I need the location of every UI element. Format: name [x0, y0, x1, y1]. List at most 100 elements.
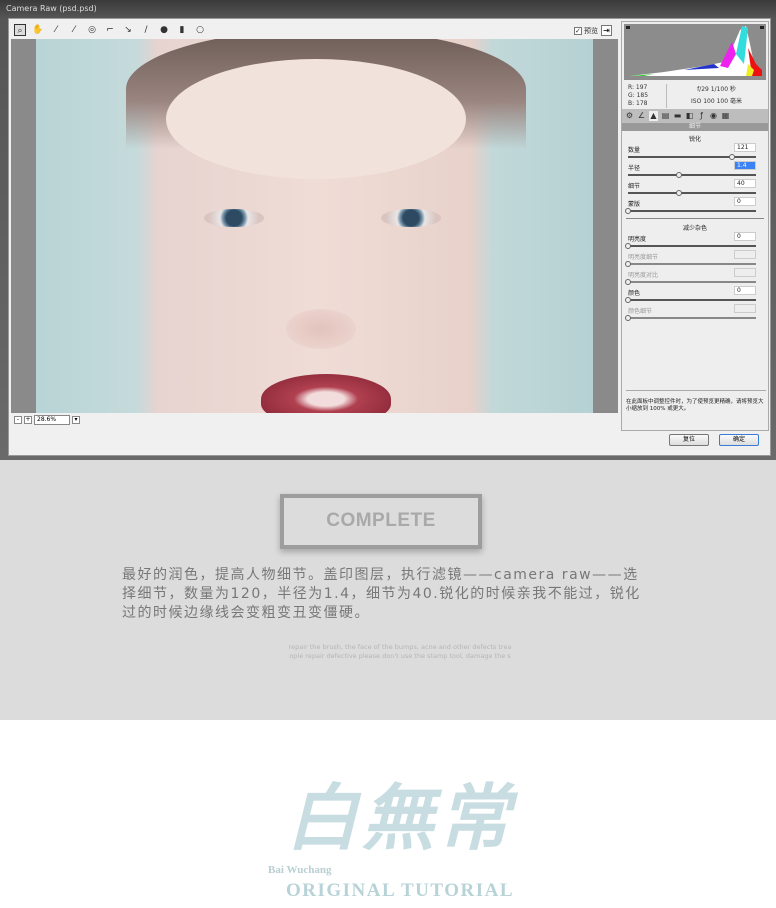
- r-value: R: 197: [628, 84, 648, 91]
- complete-badge: COMPLETE: [280, 494, 482, 549]
- crop-tool-icon[interactable]: ⌐: [104, 24, 116, 36]
- ok-button[interactable]: 确定: [719, 434, 759, 446]
- slider-row: 蒙版 0: [625, 197, 756, 217]
- detail-tab-icon[interactable]: ▲: [649, 111, 658, 121]
- slider-track: [628, 317, 756, 319]
- english-line-2: ople repair defective please don't use t…: [289, 652, 511, 660]
- info-readout: R: 197 G: 185 B: 178 f/29 1/100 秒 ISO 10…: [624, 82, 766, 108]
- slider-track[interactable]: [628, 174, 756, 176]
- white-balance-tool-icon[interactable]: ⁄: [50, 24, 62, 36]
- checkmark-icon[interactable]: ✓: [574, 27, 582, 35]
- slider-track[interactable]: [628, 192, 756, 194]
- slider-track[interactable]: [628, 156, 756, 158]
- hsl-tab-icon[interactable]: ▤: [661, 111, 670, 121]
- sharpening-title: 锐化: [688, 136, 701, 143]
- basic-tab-icon[interactable]: ⚙: [625, 111, 634, 121]
- zoom-bar: - + 28.6% ▾: [11, 413, 618, 427]
- slider-label: 细节: [628, 183, 641, 190]
- iso-focal: ISO 100 100 毫米: [691, 98, 742, 105]
- lens-tab-icon[interactable]: ◧: [685, 111, 694, 121]
- slider-label: 蒙版: [628, 201, 641, 208]
- rgb-readout: R: 197 G: 185 B: 178: [628, 84, 648, 108]
- highlight-clipping-icon[interactable]: [760, 26, 764, 29]
- section-title: 细节: [622, 123, 768, 131]
- slider-thumb[interactable]: [625, 297, 631, 303]
- adjustment-brush-icon[interactable]: ▮: [176, 24, 188, 36]
- target-adjust-tool-icon[interactable]: ◎: [86, 24, 98, 36]
- slider-thumb[interactable]: [625, 208, 631, 214]
- slider-thumb: [625, 279, 631, 285]
- shadow-clipping-icon[interactable]: [626, 26, 630, 29]
- slider-value-input[interactable]: 0: [734, 286, 756, 295]
- slider-thumb[interactable]: [676, 172, 683, 178]
- zoom-level-select[interactable]: 28.6%: [34, 415, 70, 425]
- red-eye-tool-icon[interactable]: ●: [158, 24, 170, 36]
- panel-tabs: ⚙ ∠ ▲ ▤ ▬ ◧ ƒ ◉ ▦: [622, 109, 768, 123]
- slider-thumb: [625, 261, 631, 267]
- slider-track[interactable]: [628, 299, 756, 301]
- fullscreen-toggle-icon[interactable]: ⇥: [601, 25, 612, 36]
- slider-value-input: [734, 304, 756, 313]
- slider-label: 明亮度对比: [628, 272, 659, 279]
- spot-removal-tool-icon[interactable]: /: [140, 24, 152, 36]
- split-toning-tab-icon[interactable]: ▬: [673, 111, 682, 121]
- photo-lips: [261, 374, 391, 413]
- logo-tagline: ORIGINAL TUTORIAL: [285, 880, 515, 901]
- hand-tool-icon[interactable]: ✋: [32, 24, 44, 36]
- slider-label: 颜色: [628, 290, 641, 297]
- slider-label: 明亮度: [628, 236, 647, 243]
- slider-value-input: [734, 268, 756, 277]
- slider-value-input[interactable]: 121: [734, 143, 756, 152]
- slider-value-input[interactable]: 1.4: [734, 161, 756, 170]
- slider-value-input[interactable]: 40: [734, 179, 756, 188]
- slider-track: [628, 281, 756, 283]
- divider: [626, 218, 764, 219]
- window-title: Camera Raw (psd.psd): [6, 4, 97, 13]
- zoom-in-button[interactable]: +: [24, 416, 32, 424]
- slider-track[interactable]: [628, 245, 756, 247]
- slider-label: 半径: [628, 165, 641, 172]
- panel-hint: 在此面板中调整控件时，为了使预览更精确，请将预览大小缩放到 100% 或更大。: [626, 390, 766, 413]
- histogram: [624, 24, 766, 80]
- english-line-1: repair the brush, the face of the bumps,…: [288, 643, 512, 651]
- reset-button[interactable]: 复位: [669, 434, 709, 446]
- slider-thumb: [625, 315, 631, 321]
- graduated-filter-icon[interactable]: ○: [194, 24, 206, 36]
- slider-thumb[interactable]: [728, 154, 735, 160]
- image-canvas[interactable]: [11, 39, 618, 413]
- zoom-tool-icon[interactable]: ⌕: [14, 24, 26, 36]
- logo-pinyin: Bai Wuchang: [268, 864, 332, 876]
- aperture-shutter: f/29 1/100 秒: [697, 86, 736, 93]
- tutorial-section: COMPLETE 最好的润色，提高人物细节。盖印图层，执行滤镜——camera …: [0, 460, 776, 720]
- fx-tab-icon[interactable]: ƒ: [697, 111, 706, 121]
- photo-nose: [286, 309, 356, 349]
- portrait-photo: [36, 39, 593, 413]
- english-caption: repair the brush, the face of the bumps,…: [200, 643, 600, 661]
- g-value: G: 185: [628, 92, 649, 99]
- slider-value-input[interactable]: 0: [734, 197, 756, 206]
- dialog-client: ⌕ ✋ ⁄ ⁄ ◎ ⌐ ↘ / ● ▮ ○ ✓ 预览 ⇥ - + 28.6% ▾…: [8, 18, 771, 456]
- slider-value-input[interactable]: 0: [734, 232, 756, 241]
- presets-tab-icon[interactable]: ▦: [721, 111, 730, 121]
- chevron-down-icon[interactable]: ▾: [72, 416, 80, 424]
- camera-calibration-tab-icon[interactable]: ◉: [709, 111, 718, 121]
- photo-left-eye: [204, 209, 264, 227]
- toolbar: ⌕ ✋ ⁄ ⁄ ◎ ⌐ ↘ / ● ▮ ○: [11, 21, 613, 39]
- slider-value-input: [734, 250, 756, 259]
- slider-thumb[interactable]: [676, 190, 683, 196]
- preview-checkbox[interactable]: ✓ 预览: [574, 26, 598, 36]
- camera-info: f/29 1/100 秒 ISO 100 100 毫米: [666, 84, 762, 108]
- slider-row: 颜色细节: [625, 304, 756, 324]
- histogram-graph: [626, 26, 764, 76]
- camera-raw-window: Camera Raw (psd.psd) ⌕ ✋ ⁄ ⁄ ◎ ⌐ ↘ / ● ▮…: [0, 0, 776, 460]
- photo-forehead: [166, 59, 466, 179]
- b-value: B: 178: [628, 100, 648, 107]
- zoom-out-button[interactable]: -: [14, 416, 22, 424]
- slider-thumb[interactable]: [625, 243, 631, 249]
- slider-track: [628, 263, 756, 265]
- straighten-tool-icon[interactable]: ↘: [122, 24, 134, 36]
- slider-track[interactable]: [628, 210, 756, 212]
- color-sampler-tool-icon[interactable]: ⁄: [68, 24, 80, 36]
- photo-right-eye: [381, 209, 441, 227]
- tone-curve-tab-icon[interactable]: ∠: [637, 111, 646, 121]
